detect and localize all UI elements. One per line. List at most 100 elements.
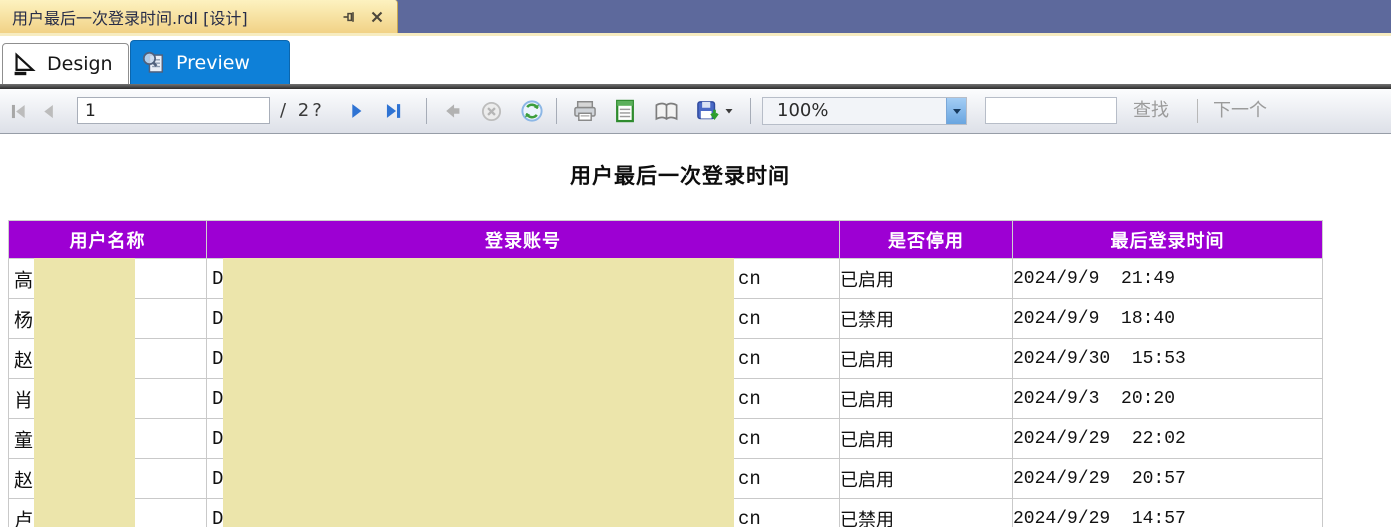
redaction-box	[223, 378, 734, 419]
zoom-value: 100%	[777, 100, 829, 121]
account-suffix: cn	[738, 427, 761, 450]
cell-status: 已启用	[839, 338, 1013, 379]
document-tab-title: 用户最后一次登录时间.rdl [设计]	[12, 8, 248, 28]
redaction-box	[34, 298, 135, 339]
account-suffix: cn	[738, 467, 761, 490]
table-row: 赵 Dcn 已启用 2024/9/30 15:53	[8, 338, 1323, 379]
redaction-box	[223, 458, 734, 499]
refresh-icon	[521, 100, 543, 122]
user-name-prefix: 杨	[14, 309, 34, 331]
cell-login-account: Dcn	[206, 298, 840, 339]
cell-login-account: Dcn	[206, 498, 840, 527]
cell-last-login: 2024/9/9 21:49	[1012, 258, 1323, 299]
page-number-input[interactable]	[77, 97, 270, 124]
col-header-login-account: 登录账号	[206, 220, 840, 259]
cell-last-login: 2024/9/29 14:57	[1012, 498, 1323, 527]
redaction-box	[223, 498, 734, 527]
user-name-prefix: 卢	[14, 509, 34, 527]
redaction-box	[34, 338, 135, 379]
cell-user-name: 赵	[8, 458, 207, 499]
cell-last-login: 2024/9/29 20:57	[1012, 458, 1323, 499]
cell-last-login: 2024/9/29 22:02	[1012, 418, 1323, 459]
document-tab[interactable]: 用户最后一次登录时间.rdl [设计]	[0, 0, 398, 33]
stop-button[interactable]	[474, 89, 508, 133]
print-button[interactable]	[566, 89, 604, 133]
document-tab-bar: 用户最后一次登录时间.rdl [设计]	[0, 0, 1391, 33]
view-tab-bar: Design Preview	[0, 36, 1391, 84]
cell-last-login: 2024/9/9 18:40	[1012, 298, 1323, 339]
design-icon	[14, 52, 36, 76]
redaction-box	[34, 378, 135, 419]
toolbar-separator	[426, 98, 427, 124]
cell-status: 已禁用	[839, 298, 1013, 339]
refresh-button[interactable]	[515, 89, 549, 133]
account-prefix: D	[212, 387, 224, 410]
col-header-user-name: 用户名称	[8, 220, 207, 259]
report-table: 用户名称 登录账号 是否停用 最后登录时间 高 Dcn 已启用 2024/9/9…	[8, 220, 1323, 527]
cell-status: 已启用	[839, 458, 1013, 499]
account-suffix: cn	[738, 507, 761, 527]
back-to-parent-button[interactable]	[436, 89, 468, 133]
table-row: 肖 Dcn 已启用 2024/9/3 20:20	[8, 378, 1323, 419]
toolbar-separator	[750, 98, 751, 124]
col-header-status: 是否停用	[839, 220, 1013, 259]
last-page-icon	[386, 104, 401, 118]
previous-page-button[interactable]	[36, 89, 60, 133]
cell-last-login: 2024/9/30 15:53	[1012, 338, 1323, 379]
account-suffix: cn	[738, 307, 761, 330]
zoom-select[interactable]: 100%	[762, 97, 967, 125]
find-separator	[1197, 99, 1198, 123]
user-name-prefix: 肖	[14, 389, 34, 411]
redaction-box	[223, 418, 734, 459]
print-layout-button[interactable]	[606, 89, 644, 133]
table-header-row: 用户名称 登录账号 是否停用 最后登录时间	[8, 220, 1323, 259]
cell-user-name: 赵	[8, 338, 207, 379]
col-header-last-login: 最后登录时间	[1012, 220, 1323, 259]
print-icon	[574, 101, 596, 121]
account-prefix: D	[212, 347, 224, 370]
cell-last-login: 2024/9/3 20:20	[1012, 378, 1323, 419]
user-name-prefix: 赵	[14, 349, 34, 371]
tab-preview[interactable]: Preview	[130, 40, 290, 84]
close-icon[interactable]	[369, 9, 385, 25]
zoom-dropdown-button[interactable]	[946, 98, 966, 124]
account-suffix: cn	[738, 387, 761, 410]
export-button[interactable]	[688, 89, 740, 133]
pin-icon[interactable]	[341, 9, 357, 25]
tab-preview-label: Preview	[176, 51, 250, 74]
tab-design-label: Design	[47, 53, 113, 75]
dropdown-caret-icon	[725, 109, 733, 114]
export-icon	[697, 101, 719, 120]
back-icon	[446, 104, 460, 118]
cell-status: 已启用	[839, 378, 1013, 419]
last-page-button[interactable]	[377, 89, 409, 133]
cell-user-name: 卢	[8, 498, 207, 527]
find-button[interactable]: 查找	[1133, 89, 1169, 133]
cell-login-account: Dcn	[206, 338, 840, 379]
account-prefix: D	[212, 427, 224, 450]
table-row: 赵 Dcn 已启用 2024/9/29 20:57	[8, 458, 1323, 499]
cell-login-account: Dcn	[206, 378, 840, 419]
redaction-box	[223, 258, 734, 299]
page-setup-icon	[655, 102, 677, 120]
first-page-icon	[11, 104, 25, 118]
search-input[interactable]	[985, 97, 1117, 124]
redaction-box	[223, 338, 734, 379]
account-prefix: D	[212, 467, 224, 490]
previous-page-icon	[43, 104, 53, 118]
page-setup-button[interactable]	[646, 89, 686, 133]
table-row: 卢 Dcn 已禁用 2024/9/29 14:57	[8, 498, 1323, 527]
cell-user-name: 童	[8, 418, 207, 459]
tab-design[interactable]: Design	[2, 43, 129, 84]
toolbar-separator	[556, 98, 557, 124]
find-next-button[interactable]: 下一个	[1213, 89, 1267, 133]
account-prefix: D	[212, 267, 224, 290]
account-suffix: cn	[738, 347, 761, 370]
first-page-button[interactable]	[4, 89, 32, 133]
next-page-icon	[352, 104, 362, 118]
redaction-box	[223, 298, 734, 339]
next-page-button[interactable]	[343, 89, 371, 133]
redaction-box	[34, 458, 135, 499]
account-suffix: cn	[738, 267, 761, 290]
redaction-box	[34, 418, 135, 459]
